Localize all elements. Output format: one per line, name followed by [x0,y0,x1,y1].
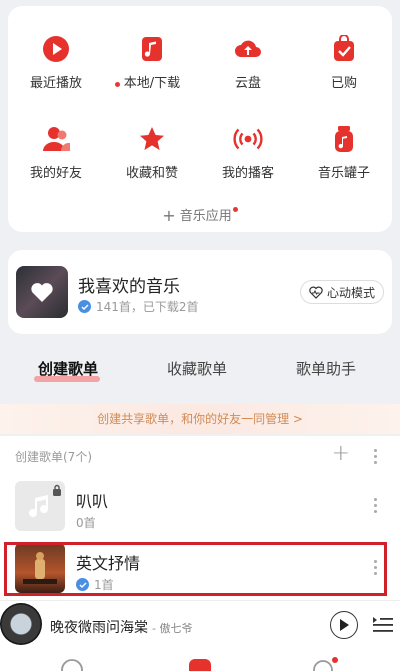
tab-collected-playlists[interactable]: 收藏歌单 [137,358,257,379]
grid-item-local-download[interactable]: 本地/下载 [104,34,200,91]
tab-playlist-assistant[interactable]: 歌单助手 [266,358,386,379]
grid-item-my-friends[interactable]: 我的好友 [8,124,104,181]
heart-icon [31,283,53,302]
grid-item-cloud-disk[interactable]: 云盘 [200,34,296,91]
play-button[interactable] [330,611,358,639]
playlist-name: 叭叭 [76,492,109,511]
liked-music-cover [16,266,68,318]
grid-item-label: 我的播客 [221,166,274,181]
playlists-header: 创建歌单(7个) [15,450,92,464]
playlist-name: 英文抒情 [76,554,141,573]
grid-item-label: 本地/下载 [123,76,181,91]
now-playing-info: 晚夜微雨问海棠 - 傲七爷 [50,617,192,637]
playlist-count: 0首 [76,516,96,530]
heart-pulse-icon [309,286,323,299]
bottom-navigation [0,648,400,671]
community-icon[interactable] [310,656,340,671]
discover-icon[interactable] [58,656,86,671]
music-apps-link[interactable]: + 音乐应用 [8,205,392,225]
music-apps-label: 音乐应用 [179,209,232,224]
grid-item-label: 云盘 [234,76,261,91]
add-playlist-icon[interactable]: + [332,441,350,466]
music-note-icon [29,495,49,518]
purchased-bag-icon [329,34,359,64]
grid-item-my-podcast[interactable]: 我的播客 [200,124,296,181]
lock-icon [53,484,61,496]
created-playlists-section: 创建歌单(7个) + 叭叭 0首 英文抒情 1首 [0,436,400,606]
more-options-icon[interactable] [370,560,380,575]
playlist-count-text: 1首 [94,578,114,592]
quick-access-card: 最近播放 本地/下载 云盘 已购 我的好友 收藏和赞 我的播客 音乐罐子 + 音… [8,6,392,232]
play-icon [340,619,349,631]
playlist-row[interactable]: 英文抒情 1首 [0,538,400,598]
plus-icon: + [162,206,176,225]
grid-item-purchased[interactable]: 已购 [296,34,392,91]
grid-item-label: 最近播放 [29,76,82,91]
heartbeat-mode-button[interactable]: 心动模式 [299,280,384,304]
playlist-row[interactable]: 叭叭 0首 [0,476,400,536]
more-options-icon[interactable] [370,449,380,464]
mini-player[interactable]: 晚夜微雨问海棠 - 傲七爷 [0,600,400,648]
playlist-artwork [23,552,57,584]
grid-item-label: 我的好友 [29,166,82,181]
grid-item-recent-play[interactable]: 最近播放 [8,34,104,91]
verified-badge-icon [76,578,89,591]
playlist-queue-button[interactable] [372,613,394,639]
playlist-cover [15,543,65,593]
music-note-icon [137,34,167,64]
playlist-tabs: 创建歌单 收藏歌单 歌单助手 [0,358,400,388]
liked-music-subtitle: 141首，已下载2首 [78,298,199,315]
tab-created-playlists[interactable]: 创建歌单 [8,358,128,379]
queue-list-icon [373,617,393,632]
album-disc-thumbnail [0,603,42,645]
notification-dot [232,207,238,212]
star-icon [137,124,167,154]
playlist-cover [15,481,65,531]
music-jar-icon [329,124,359,154]
grid-item-label: 已购 [330,76,357,91]
grid-item-label: 收藏和赞 [125,166,178,181]
liked-music-count: 141首，已下载2首 [96,300,199,314]
my-music-icon[interactable] [186,656,214,671]
playlist-count: 1首 [76,576,114,593]
grid-item-favorites[interactable]: 收藏和赞 [104,124,200,181]
shared-playlist-banner[interactable]: 创建共享歌单，和你的好友一同管理 > [0,404,400,434]
broadcast-icon [233,124,263,154]
now-playing-artist: - 傲七爷 [152,622,193,635]
grid-item-music-jar[interactable]: 音乐罐子 [296,124,392,181]
cloud-upload-icon [233,34,263,64]
more-options-icon[interactable] [370,498,380,513]
liked-music-card[interactable]: 我喜欢的音乐 141首，已下载2首 心动模式 [8,250,392,334]
now-playing-title: 晚夜微雨问海棠 [50,620,148,636]
friends-icon [41,124,71,154]
verified-badge-icon [78,300,91,313]
liked-music-title: 我喜欢的音乐 [78,277,180,297]
grid-item-label: 音乐罐子 [317,166,370,181]
heartbeat-mode-label: 心动模式 [326,285,375,300]
play-circle-icon [41,34,71,64]
